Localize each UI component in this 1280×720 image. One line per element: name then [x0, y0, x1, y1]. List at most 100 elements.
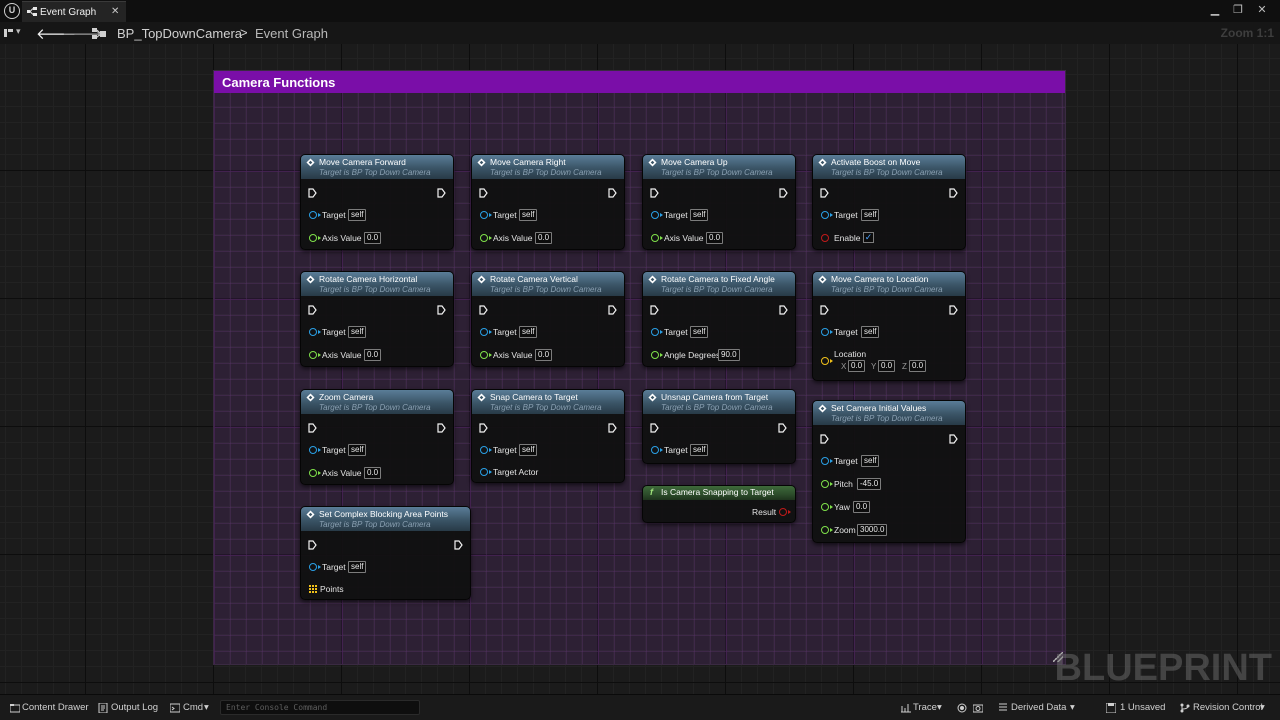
node-unsnap-camera-from-target[interactable]: Unsnap Camera from Target Target is BP T… — [642, 389, 796, 464]
node-header[interactable]: f Is Camera Snapping to Target — [643, 486, 795, 500]
exec-out-pin-icon[interactable] — [949, 434, 958, 444]
exec-in-pin-icon[interactable] — [650, 305, 659, 315]
target-value-field[interactable]: self — [519, 326, 538, 338]
derived-data-dropdown[interactable]: Derived Data — [1011, 702, 1066, 713]
exec-in-pin-icon[interactable] — [308, 540, 317, 550]
node-header[interactable]: Move Camera Forward Target is BP Top Dow… — [301, 155, 453, 179]
exec-in-pin-icon[interactable] — [479, 423, 488, 433]
exec-in-pin-icon[interactable] — [820, 188, 829, 198]
axis-value-field[interactable]: 0.0 — [706, 232, 724, 244]
node-header[interactable]: Activate Boost on Move Target is BP Top … — [813, 155, 965, 179]
node-header[interactable]: Set Complex Blocking Area Points Target … — [301, 507, 470, 531]
target-pin-icon[interactable] — [651, 446, 659, 454]
target-pin-icon[interactable] — [821, 211, 829, 219]
zoom-pin-icon[interactable] — [821, 526, 829, 534]
target-pin-icon[interactable] — [309, 563, 317, 571]
enable-pin-icon[interactable] — [821, 234, 829, 242]
exec-out-pin-icon[interactable] — [437, 423, 446, 433]
node-header[interactable]: Snap Camera to Target Target is BP Top D… — [472, 390, 624, 414]
exec-in-pin-icon[interactable] — [650, 188, 659, 198]
angle-degrees-pin-icon[interactable] — [651, 351, 659, 359]
close-window-button[interactable]: ✕ — [1252, 2, 1272, 18]
exec-in-pin-icon[interactable] — [650, 423, 659, 433]
yaw-pin-icon[interactable] — [821, 503, 829, 511]
location-z-field[interactable]: 0.0 — [909, 360, 927, 372]
axis-value-pin-icon[interactable] — [480, 234, 488, 242]
pitch-field[interactable]: -45.0 — [857, 478, 882, 490]
exec-out-pin-icon[interactable] — [437, 305, 446, 315]
node-move-camera-to-location[interactable]: Move Camera to Location Target is BP Top… — [812, 271, 966, 381]
target-value-field[interactable]: self — [690, 209, 709, 221]
unsaved-count-button[interactable]: 1 Unsaved — [1120, 702, 1165, 713]
exec-out-pin-icon[interactable] — [949, 188, 958, 198]
node-header[interactable]: Zoom Camera Target is BP Top Down Camera — [301, 390, 453, 414]
screenshot-icon[interactable] — [973, 703, 983, 713]
node-rotate-camera-vertical[interactable]: Rotate Camera Vertical Target is BP Top … — [471, 271, 625, 367]
node-zoom-camera[interactable]: Zoom Camera Target is BP Top Down Camera… — [300, 389, 454, 485]
exec-out-pin-icon[interactable] — [608, 423, 617, 433]
node-move-camera-up[interactable]: Move Camera Up Target is BP Top Down Cam… — [642, 154, 796, 250]
axis-value-pin-icon[interactable] — [309, 469, 317, 477]
chevron-down-icon[interactable]: ▾ — [1260, 702, 1265, 713]
cmd-dropdown[interactable]: Cmd — [183, 702, 203, 713]
axis-value-field[interactable]: 0.0 — [364, 467, 382, 479]
axis-value-pin-icon[interactable] — [651, 234, 659, 242]
target-value-field[interactable]: self — [861, 455, 880, 467]
exec-out-pin-icon[interactable] — [437, 188, 446, 198]
node-header[interactable]: Unsnap Camera from Target Target is BP T… — [643, 390, 795, 414]
node-snap-camera-to-target[interactable]: Snap Camera to Target Target is BP Top D… — [471, 389, 625, 483]
axis-value-pin-icon[interactable] — [309, 234, 317, 242]
graph-canvas[interactable]: Camera Functions Move Camera Forward Tar… — [0, 44, 1280, 694]
node-header[interactable]: Move Camera Up Target is BP Top Down Cam… — [643, 155, 795, 179]
enable-checkbox[interactable]: ✓ — [863, 232, 874, 243]
yaw-field[interactable]: 0.0 — [853, 501, 871, 513]
node-move-camera-right[interactable]: Move Camera Right Target is BP Top Down … — [471, 154, 625, 250]
breadcrumb-blueprint[interactable]: BP_TopDownCamera — [117, 26, 242, 41]
target-value-field[interactable]: self — [690, 444, 709, 456]
target-value-field[interactable]: self — [690, 326, 709, 338]
axis-value-field[interactable]: 0.0 — [535, 349, 553, 361]
target-pin-icon[interactable] — [309, 446, 317, 454]
location-x-field[interactable]: 0.0 — [848, 360, 866, 372]
trace-dropdown[interactable]: Trace — [913, 702, 937, 713]
exec-out-pin-icon[interactable] — [779, 188, 788, 198]
output-log-button[interactable]: Output Log — [111, 702, 158, 713]
node-header[interactable]: Move Camera to Location Target is BP Top… — [813, 272, 965, 296]
exec-out-pin-icon[interactable] — [608, 188, 617, 198]
axis-value-field[interactable]: 0.0 — [535, 232, 553, 244]
exec-out-pin-icon[interactable] — [778, 423, 787, 433]
chevron-down-icon[interactable]: ▾ — [16, 26, 21, 37]
axis-value-field[interactable]: 0.0 — [364, 232, 382, 244]
record-icon[interactable] — [957, 703, 967, 713]
target-pin-icon[interactable] — [480, 446, 488, 454]
tab-close-icon[interactable]: ✕ — [111, 6, 119, 17]
restore-button[interactable]: ❐ — [1228, 2, 1248, 18]
location-y-field[interactable]: 0.0 — [878, 360, 896, 372]
exec-in-pin-icon[interactable] — [820, 305, 829, 315]
array-pin-icon[interactable] — [309, 585, 317, 593]
exec-out-pin-icon[interactable] — [608, 305, 617, 315]
exec-out-pin-icon[interactable] — [779, 305, 788, 315]
chevron-down-icon[interactable]: ▾ — [937, 702, 942, 713]
target-pin-icon[interactable] — [651, 328, 659, 336]
node-header[interactable]: Rotate Camera Horizontal Target is BP To… — [301, 272, 453, 296]
target-value-field[interactable]: self — [519, 209, 538, 221]
target-value-field[interactable]: self — [348, 209, 367, 221]
exec-in-pin-icon[interactable] — [308, 423, 317, 433]
node-header[interactable]: Set Camera Initial Values Target is BP T… — [813, 401, 965, 425]
axis-value-pin-icon[interactable] — [480, 351, 488, 359]
target-value-field[interactable]: self — [861, 209, 880, 221]
exec-out-pin-icon[interactable] — [454, 540, 463, 550]
node-set-complex-blocking-area-points[interactable]: Set Complex Blocking Area Points Target … — [300, 506, 471, 600]
target-value-field[interactable]: self — [348, 561, 367, 573]
axis-value-pin-icon[interactable] — [309, 351, 317, 359]
chevron-down-icon[interactable]: ▾ — [204, 702, 209, 713]
node-is-camera-snapping-to-target[interactable]: f Is Camera Snapping to Target Result — [642, 485, 796, 523]
node-header[interactable]: Rotate Camera to Fixed Angle Target is B… — [643, 272, 795, 296]
breadcrumb-graph[interactable]: Event Graph — [255, 26, 328, 41]
axis-value-field[interactable]: 0.0 — [364, 349, 382, 361]
target-value-field[interactable]: self — [348, 326, 367, 338]
exec-in-pin-icon[interactable] — [479, 305, 488, 315]
target-value-field[interactable]: self — [348, 444, 367, 456]
exec-in-pin-icon[interactable] — [820, 434, 829, 444]
